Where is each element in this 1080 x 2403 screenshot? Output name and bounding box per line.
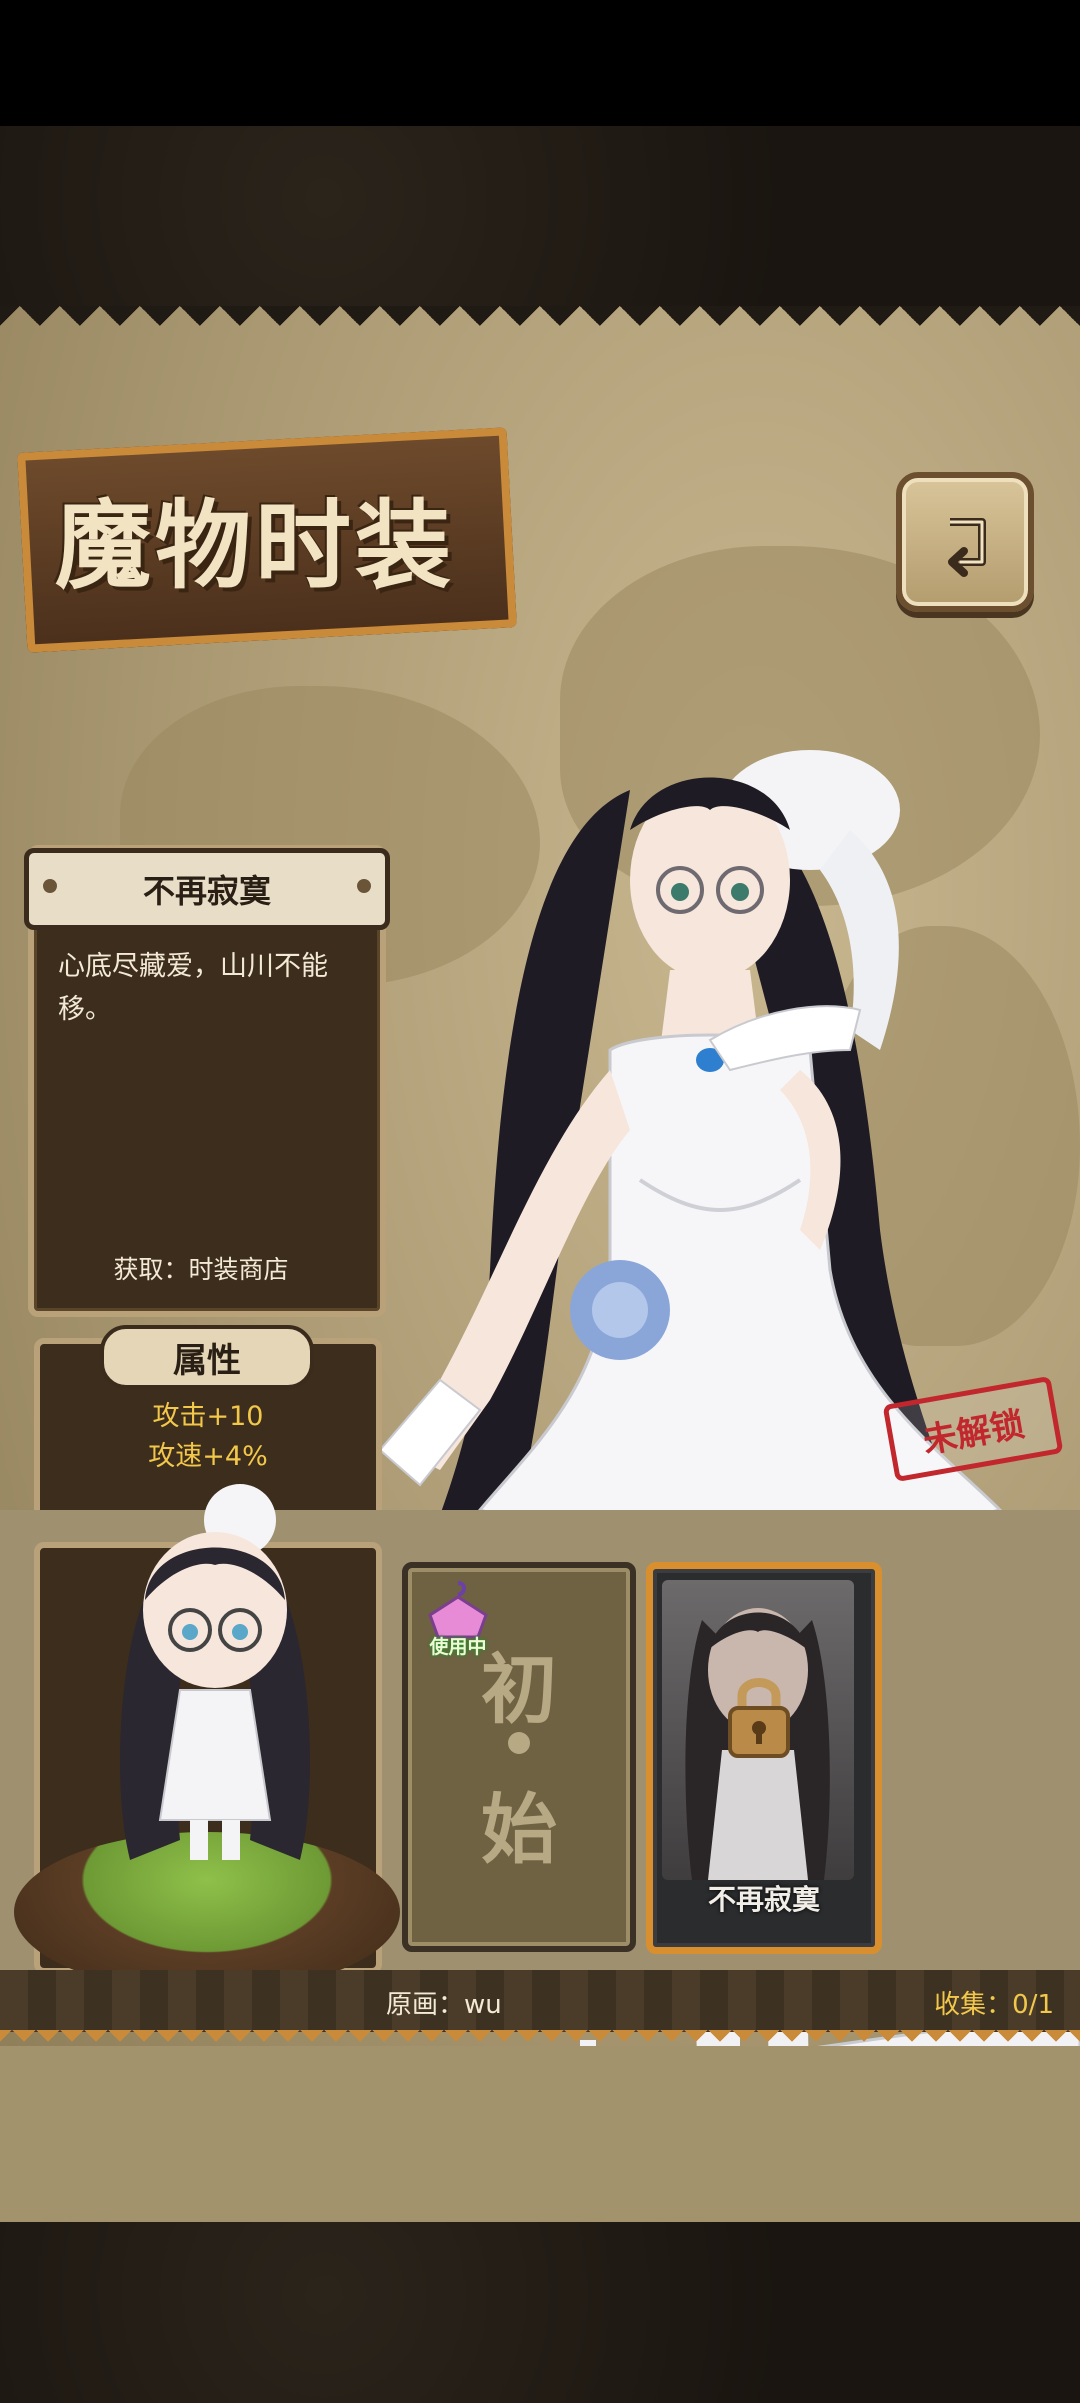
outfit-description: 心底尽藏爱，山川不能移。 xyxy=(58,951,328,1025)
screen-title: 魔物时装 xyxy=(55,489,455,602)
chibi-character xyxy=(120,1484,310,1860)
header-rivet-left xyxy=(43,879,57,893)
default-card-char-bottom: 始 xyxy=(481,1785,557,1874)
outfit-name-header: 不再寂寞 xyxy=(24,848,390,930)
lock-icon xyxy=(728,1678,790,1758)
back-button[interactable] xyxy=(896,472,1034,612)
in-use-badge: 使用中 xyxy=(429,1636,487,1658)
outfit-name: 不再寂寞 xyxy=(142,872,271,910)
attribute-attack-speed: 攻速+4% xyxy=(148,1441,268,1472)
back-arrow-icon xyxy=(948,518,986,577)
artist-credit: 原画：wu xyxy=(386,1990,502,2020)
status-bar-area xyxy=(0,0,1080,126)
attributes-label: 属性 xyxy=(100,1325,314,1389)
collection-count: 收集：0/1 xyxy=(934,1990,1054,2020)
info-bar xyxy=(0,1970,1080,2032)
header-rivet-right xyxy=(357,879,371,893)
locked-outfit-name: 不再寂寞 xyxy=(707,1883,820,1916)
top-border-band xyxy=(0,126,1080,306)
bottom-border-band xyxy=(0,2222,1080,2403)
outfit-source: 获取：时装商店 xyxy=(113,1255,289,1284)
default-card-divider xyxy=(508,1732,530,1754)
attribute-attack: 攻击+10 xyxy=(152,1401,264,1432)
lower-background xyxy=(0,2046,1080,2222)
zigzag-divider xyxy=(0,2030,1080,2046)
zigzag-edge xyxy=(0,306,1080,346)
